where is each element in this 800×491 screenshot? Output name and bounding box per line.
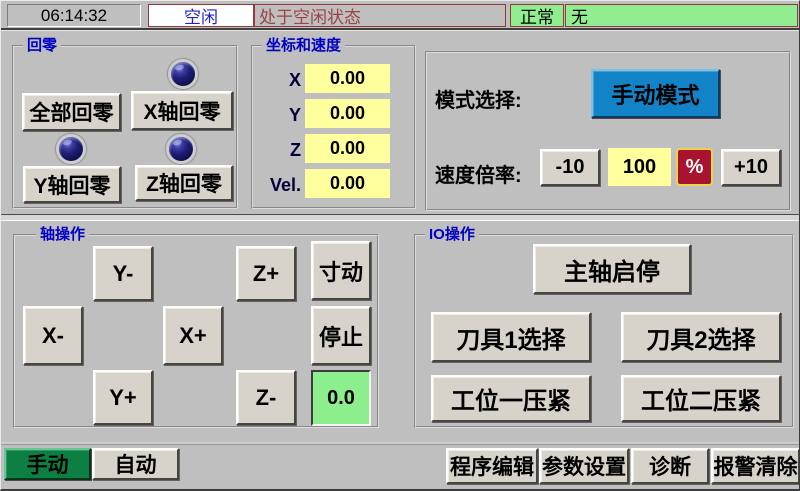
step-value-display: 0.0	[311, 370, 371, 426]
home-z-button[interactable]: Z轴回零	[135, 165, 233, 201]
tool2-select-button[interactable]: 刀具2选择	[621, 312, 781, 362]
percent-badge: %	[676, 148, 713, 186]
station1-clamp-button[interactable]: 工位一压紧	[431, 375, 591, 422]
coord-value-y: 0.00	[305, 99, 390, 128]
io-panel: IO操作 主轴启停 刀具1选择 刀具2选择 工位一压紧 工位二压紧	[414, 234, 794, 428]
clock-display: 06:14:32	[7, 4, 141, 27]
coord-label-y: Y	[255, 105, 301, 126]
z-plus-button[interactable]: Z+	[236, 246, 296, 301]
coord-value-z: 0.00	[305, 134, 390, 163]
coord-label-vel: Vel.	[255, 175, 301, 196]
home-panel: 回零 全部回零 X轴回零 Y轴回零 Z轴回零	[12, 45, 238, 209]
param-settings-button[interactable]: 参数设置	[539, 448, 629, 484]
axis-panel: 轴操作 Y- Z+ 寸动 X- X+ 停止 Y+ Z- 0.0	[13, 234, 379, 428]
x-home-led	[168, 59, 198, 89]
y-plus-button[interactable]: Y+	[93, 370, 153, 425]
y-home-led	[56, 134, 86, 164]
rate-plus-button[interactable]: +10	[721, 149, 781, 186]
io-panel-title: IO操作	[425, 226, 479, 244]
mode-panel: 模式选择: 手动模式 速度倍率: -10 100 % +10	[425, 51, 791, 211]
rate-minus-button[interactable]: -10	[540, 149, 600, 186]
manual-mode-button[interactable]: 手动模式	[591, 69, 720, 118]
coord-value-vel: 0.00	[305, 169, 390, 198]
z-minus-button[interactable]: Z-	[236, 370, 296, 425]
footer-divider	[1, 442, 800, 445]
alarm-clear-button[interactable]: 报警清除	[711, 448, 800, 484]
tool1-select-button[interactable]: 刀具1选择	[431, 312, 591, 362]
auto-tab-button[interactable]: 自动	[92, 448, 179, 480]
z-home-led	[166, 134, 196, 164]
alarm-state-display: 正常	[510, 4, 564, 27]
jog-button[interactable]: 寸动	[311, 241, 371, 300]
topbar-divider	[1, 28, 800, 31]
station2-clamp-button[interactable]: 工位二压紧	[621, 375, 781, 422]
status-message-display: 处于空闲状态	[254, 4, 506, 27]
coord-label-x: X	[255, 70, 301, 91]
mode-select-label: 模式选择:	[435, 84, 522, 113]
coord-value-x: 0.00	[305, 64, 390, 93]
coords-panel: 坐标和速度 X 0.00 Y 0.00 Z 0.00 Vel. 0.00	[251, 45, 416, 209]
home-y-button[interactable]: Y轴回零	[23, 166, 121, 203]
stop-button[interactable]: 停止	[311, 306, 371, 365]
spindle-toggle-button[interactable]: 主轴启停	[533, 244, 691, 294]
coords-panel-title: 坐标和速度	[262, 37, 345, 55]
speed-rate-label: 速度倍率:	[435, 159, 522, 188]
home-all-button[interactable]: 全部回零	[22, 93, 121, 131]
axis-panel-title: 轴操作	[36, 226, 89, 244]
home-panel-title: 回零	[23, 37, 61, 55]
home-x-button[interactable]: X轴回零	[131, 91, 233, 130]
x-plus-button[interactable]: X+	[163, 306, 223, 365]
hmi-screen: 06:14:32 空闲 处于空闲状态 正常 无 回零 全部回零 X轴回零 Y轴回…	[0, 0, 800, 491]
section-divider	[1, 214, 800, 221]
program-edit-button[interactable]: 程序编辑	[446, 448, 538, 484]
manual-tab-button[interactable]: 手动	[4, 448, 91, 480]
x-minus-button[interactable]: X-	[23, 306, 83, 365]
y-minus-button[interactable]: Y-	[93, 246, 153, 301]
coord-label-z: Z	[255, 140, 301, 161]
machine-state-display: 空闲	[148, 4, 254, 27]
alarm-message-display: 无	[565, 4, 798, 27]
diagnosis-button[interactable]: 诊断	[631, 448, 709, 484]
rate-value-display: 100	[608, 148, 671, 186]
